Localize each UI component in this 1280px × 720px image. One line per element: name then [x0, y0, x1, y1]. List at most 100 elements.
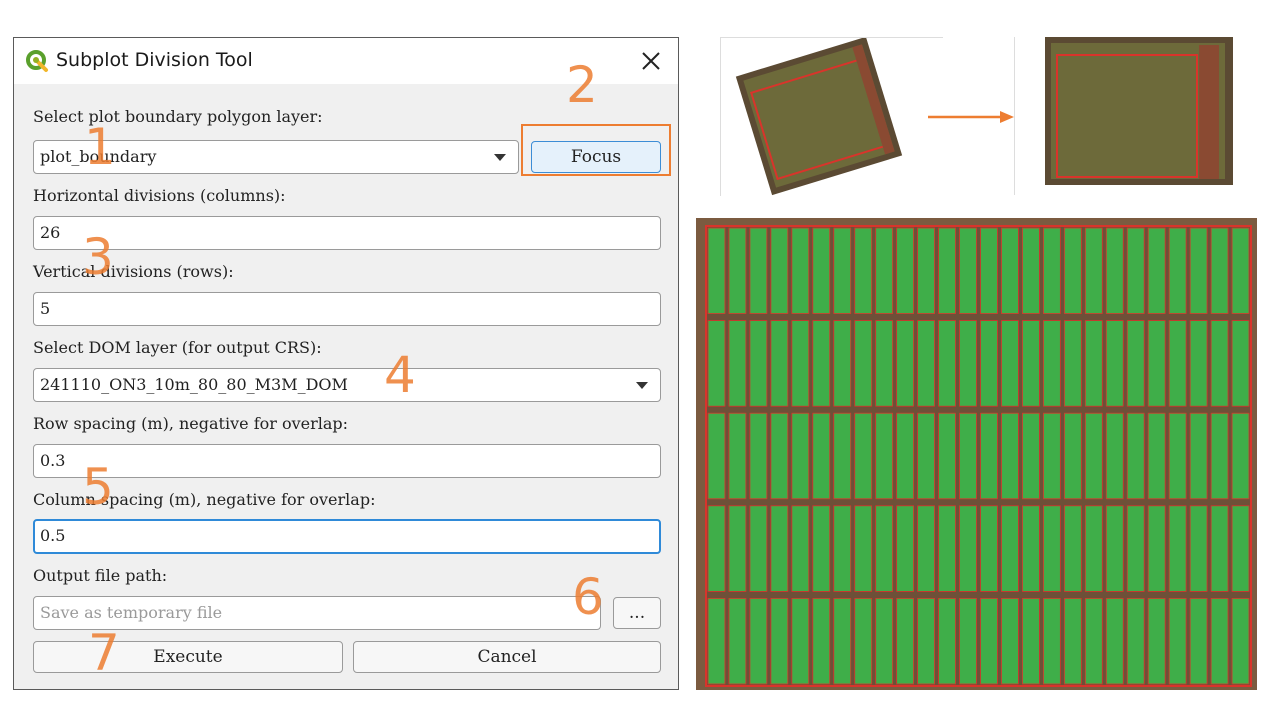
subplot-cell [1084, 227, 1103, 314]
subplot-cell [896, 597, 915, 685]
subplot-cell [1084, 412, 1103, 500]
subplot-cell [1126, 227, 1145, 314]
subplot-cell [875, 597, 894, 685]
subplot-cell [1105, 412, 1124, 500]
subplot-cell [707, 597, 726, 685]
columns-label: Horizontal divisions (columns): [33, 186, 286, 205]
subplot-cell [1042, 320, 1061, 407]
subplot-cell [749, 227, 768, 314]
subplot-cell [728, 320, 747, 407]
subplot-cell [980, 320, 998, 407]
subplot-cell [1168, 505, 1187, 592]
rows-label: Vertical divisions (rows): [33, 262, 234, 281]
subplot-cell [833, 505, 852, 592]
subplot-cell [1231, 412, 1250, 500]
subplot-cell [1126, 320, 1145, 407]
subplot-cell [1105, 505, 1124, 592]
row-spacing-input[interactable]: 0.3 [33, 444, 661, 478]
subplot-cell [854, 227, 873, 314]
subplot-cell [749, 412, 768, 500]
callout-7: 7 [88, 624, 120, 682]
subplot-cell [1063, 320, 1082, 407]
subplot-cell [1147, 412, 1166, 500]
subplot-cell [1084, 320, 1103, 407]
subplot-cell [1022, 412, 1040, 500]
subplot-cell [1001, 505, 1019, 592]
cancel-button[interactable]: Cancel [353, 641, 661, 673]
subplot-cell [1231, 597, 1250, 685]
subplot-cell [707, 505, 726, 592]
execute-button[interactable]: Execute [33, 641, 343, 673]
subplot-cell [980, 412, 998, 500]
subplot-cell [1084, 505, 1103, 592]
subplot-cell [980, 505, 998, 592]
subplot-cell [1022, 505, 1040, 592]
subplot-cell [791, 505, 810, 592]
subplot-cell [875, 320, 894, 407]
callout-3: 3 [82, 228, 114, 286]
subplot-cell [1105, 597, 1124, 685]
subplot-cell [1210, 412, 1229, 500]
rotated-field-image [735, 36, 903, 196]
subplot-cell [1210, 227, 1229, 314]
subplot-cell [1168, 597, 1187, 685]
subplot-cell [1147, 320, 1166, 407]
subplot-cell [833, 412, 852, 500]
subplot-cell [1189, 412, 1208, 500]
output-path-label: Output file path: [33, 566, 168, 585]
subplot-cell [791, 597, 810, 685]
dom-layer-select[interactable]: 241110_ON3_10m_80_80_M3M_DOM [33, 368, 661, 402]
subplot-cell [1001, 227, 1019, 314]
column-spacing-input[interactable]: 0.5 [33, 519, 661, 554]
subplot-cell [1105, 227, 1124, 314]
subplot-grid-result [696, 218, 1257, 690]
subplot-cell [917, 320, 935, 407]
subplot-cell [749, 597, 768, 685]
subplot-cell [938, 227, 956, 314]
rotated-orthomosaic-thumbnail [720, 36, 943, 196]
subplot-cell [770, 227, 789, 314]
subplot-cell [791, 412, 810, 500]
subplot-cell [1022, 597, 1040, 685]
subplot-cell [1231, 227, 1250, 314]
subplot-cell [1147, 227, 1166, 314]
subplot-cell [959, 320, 977, 407]
arrow-right-icon [928, 111, 1014, 123]
columns-input[interactable]: 26 [33, 216, 661, 250]
browse-button[interactable]: ... [613, 597, 661, 629]
subplot-cell [938, 412, 956, 500]
callout-5: 5 [82, 458, 114, 516]
subplot-cell [791, 320, 810, 407]
rows-input[interactable]: 5 [33, 292, 661, 326]
subplot-cell [875, 505, 894, 592]
subplot-cell [791, 227, 810, 314]
subplot-cell [707, 227, 726, 314]
callout-6: 6 [572, 568, 604, 626]
subplot-cell [1063, 412, 1082, 500]
subplot-cell [959, 227, 977, 314]
subplot-cell [1105, 320, 1124, 407]
close-icon[interactable] [638, 48, 664, 74]
subplot-cell [980, 597, 998, 685]
subplot-cell [959, 412, 977, 500]
callout-2: 2 [566, 56, 598, 114]
subplot-cell [812, 412, 831, 500]
output-path-placeholder: Save as temporary file [40, 603, 223, 622]
row-spacing-label: Row spacing (m), negative for overlap: [33, 414, 349, 433]
subplot-cell [749, 320, 768, 407]
subplot-cell [1042, 227, 1061, 314]
subplot-cell [1210, 320, 1229, 407]
subplot-cell [833, 597, 852, 685]
subplot-cell [1042, 597, 1061, 685]
focus-highlight-box [521, 124, 671, 176]
subplot-cell [959, 597, 977, 685]
subplot-cell [1189, 320, 1208, 407]
subplot-cell [728, 505, 747, 592]
subplot-cell [1001, 412, 1019, 500]
subplot-cell [854, 412, 873, 500]
subplot-cell [770, 597, 789, 685]
subplot-cell [917, 505, 935, 592]
subplot-cell [1063, 227, 1082, 314]
subplot-cell [917, 412, 935, 500]
subplot-cell [1147, 505, 1166, 592]
